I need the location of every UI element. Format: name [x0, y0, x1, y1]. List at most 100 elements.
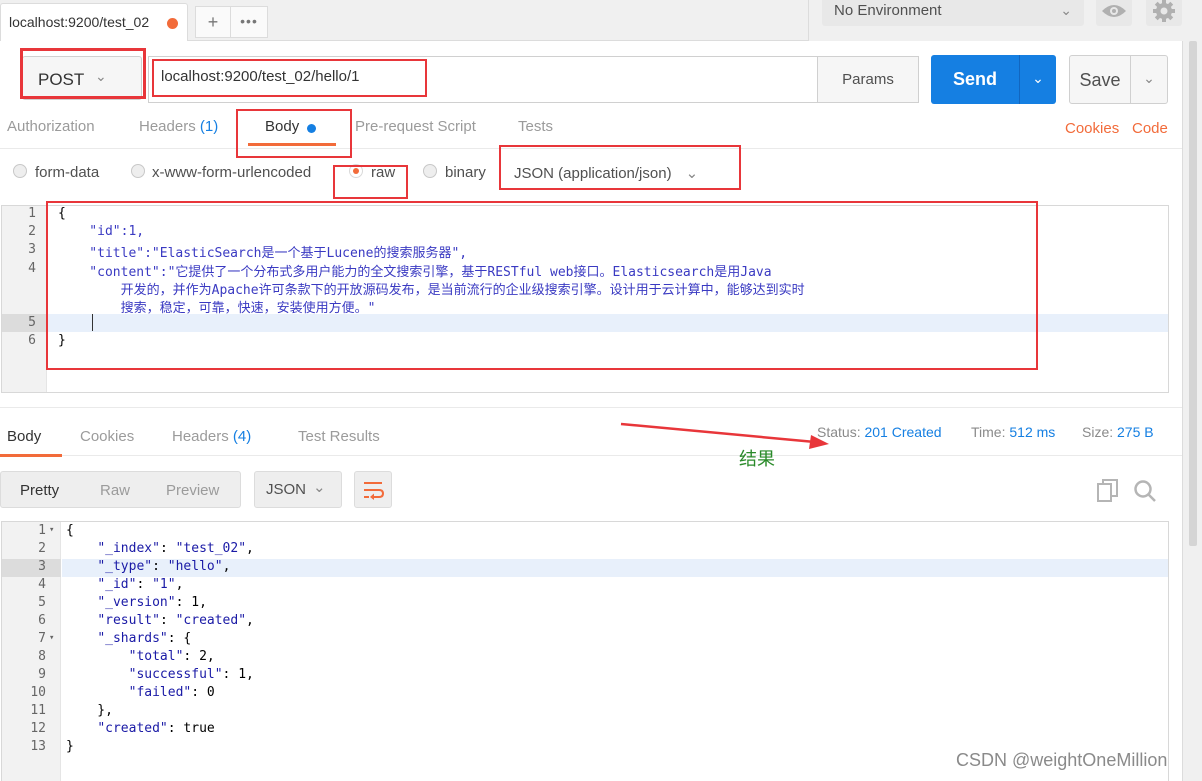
tab-tests[interactable]: Tests	[518, 118, 553, 135]
tab-headers-label: Headers	[139, 118, 196, 135]
line-number: 6	[38, 613, 46, 628]
annotation-box-method	[20, 48, 146, 99]
page-scrollbar[interactable]	[1182, 41, 1202, 781]
code-line: "total": 2,	[128, 649, 215, 664]
send-options-button[interactable]: ⌄	[1019, 55, 1056, 104]
response-tab-headers[interactable]: Headers (4)	[172, 428, 251, 445]
line-number: 8	[38, 649, 46, 664]
code-line: "successful": 1,	[128, 667, 254, 682]
chevron-down-icon: ⌄	[313, 479, 326, 496]
code-line: "_shards": {	[97, 631, 192, 646]
binary-label: binary	[445, 164, 486, 181]
response-tab-test-results[interactable]: Test Results	[298, 428, 380, 445]
response-format-select[interactable]: JSON ⌄	[254, 471, 342, 508]
line-number: 1	[38, 523, 46, 538]
size-value: 275 B	[1117, 424, 1154, 440]
code-line: {	[66, 523, 74, 538]
wrap-lines-button[interactable]	[354, 471, 392, 508]
response-format-value: JSON	[266, 481, 307, 498]
annotation-arrow-line	[620, 422, 816, 444]
view-mode-raw[interactable]: Raw	[100, 482, 130, 499]
line-number: 10	[30, 685, 46, 700]
chevron-down-icon: ⌄	[1032, 70, 1044, 86]
eye-icon	[1102, 5, 1126, 17]
line-number: 9	[38, 667, 46, 682]
annotation-box-content-type	[499, 145, 741, 190]
section-divider	[0, 407, 1182, 408]
line-number: 7	[38, 631, 46, 646]
code-line: "_id": "1",	[97, 577, 184, 592]
code-line: "created": true	[97, 721, 215, 736]
line-number: 5	[28, 315, 36, 331]
cookies-link[interactable]: Cookies	[1065, 120, 1119, 137]
response-tabs-divider	[0, 455, 1182, 456]
headers-count: (1)	[199, 118, 219, 135]
response-active-tab-indicator	[0, 454, 62, 457]
code-line: "_version": 1,	[97, 595, 207, 610]
params-button[interactable]: Params	[817, 56, 919, 103]
code-line: "failed": 0	[128, 685, 215, 700]
response-tab-headers-label: Headers	[172, 428, 229, 445]
environment-quick-look-button[interactable]	[1096, 0, 1132, 26]
status-value: 201 Created	[864, 424, 942, 440]
tab-headers[interactable]: Headers (1)	[139, 118, 218, 135]
environment-select-value: No Environment	[834, 2, 942, 19]
view-mode-preview[interactable]: Preview	[166, 482, 219, 499]
tab-prerequest-script[interactable]: Pre-request Script	[355, 118, 476, 135]
new-tab-button[interactable]: +	[195, 6, 231, 38]
line-number: 4	[38, 577, 46, 592]
request-tab-title: localhost:9200/test_02	[9, 14, 150, 30]
annotation-arrow	[620, 422, 829, 449]
time-value: 512 ms	[1009, 424, 1056, 440]
response-body-viewer[interactable]: 1 {2 "_index": "test_02", 3 "_type": "hell…	[1, 521, 1169, 781]
fold-arrow-icon[interactable]: ▾	[49, 633, 54, 643]
line-number: 4	[28, 260, 36, 276]
tab-authorization[interactable]: Authorization	[7, 118, 95, 135]
radio-urlencoded[interactable]	[131, 164, 145, 178]
search-icon[interactable]	[1133, 479, 1157, 503]
unsaved-dot-icon	[167, 18, 178, 29]
line-number: 3	[38, 559, 46, 574]
line-number: 6	[28, 333, 36, 349]
annotation-box-request-body	[46, 201, 1038, 370]
response-tab-body[interactable]: Body	[7, 428, 41, 445]
line-number: 1	[28, 206, 36, 221]
fold-arrow-icon[interactable]: ▾	[49, 525, 54, 535]
urlencoded-label: x-www-form-urlencoded	[152, 164, 312, 181]
line-number: 3	[28, 242, 36, 258]
request-tab[interactable]: localhost:9200/test_02	[0, 3, 188, 41]
save-button[interactable]: Save	[1069, 55, 1131, 104]
code-line: }	[66, 739, 74, 754]
line-number: 2	[38, 541, 46, 556]
more-tabs-button[interactable]: •••	[230, 6, 268, 38]
annotation-box-raw	[333, 165, 408, 199]
line-number: 11	[30, 703, 46, 718]
save-options-button[interactable]: ⌄	[1130, 55, 1168, 104]
environment-select[interactable]: No Environment ⌄	[822, 0, 1084, 26]
code-line: "result": "created",	[97, 613, 254, 628]
line-number: 13	[30, 739, 46, 754]
response-headers-count: (4)	[232, 428, 252, 445]
radio-form-data[interactable]	[13, 164, 27, 178]
gear-icon	[1153, 0, 1175, 22]
view-mode-pretty[interactable]: Pretty	[20, 482, 59, 499]
page-scrollbar-thumb[interactable]	[1189, 41, 1197, 546]
time-label: Time:	[971, 424, 1006, 440]
code-line: "_type": "hello",	[97, 559, 231, 574]
annotation-arrow-head	[809, 435, 829, 449]
manage-environments-button[interactable]	[1146, 0, 1182, 26]
chevron-down-icon: ⌄	[1060, 2, 1072, 18]
size-readout: Size: 275 B	[1082, 424, 1154, 440]
code-link[interactable]: Code	[1132, 120, 1168, 137]
response-tab-cookies[interactable]: Cookies	[80, 428, 134, 445]
size-label: Size:	[1082, 424, 1114, 440]
wrap-lines-icon	[364, 482, 385, 500]
status-readout: Status: 201 Created	[817, 424, 942, 440]
code-line: "_index": "test_02",	[97, 541, 254, 556]
time-readout: Time: 512 ms	[971, 424, 1055, 440]
watermark-text: CSDN @weightOneMillion	[956, 750, 1168, 770]
copy-icon[interactable]	[1097, 479, 1119, 503]
radio-binary[interactable]	[423, 164, 437, 178]
form-data-label: form-data	[35, 164, 100, 181]
send-button[interactable]: Send	[931, 55, 1019, 104]
